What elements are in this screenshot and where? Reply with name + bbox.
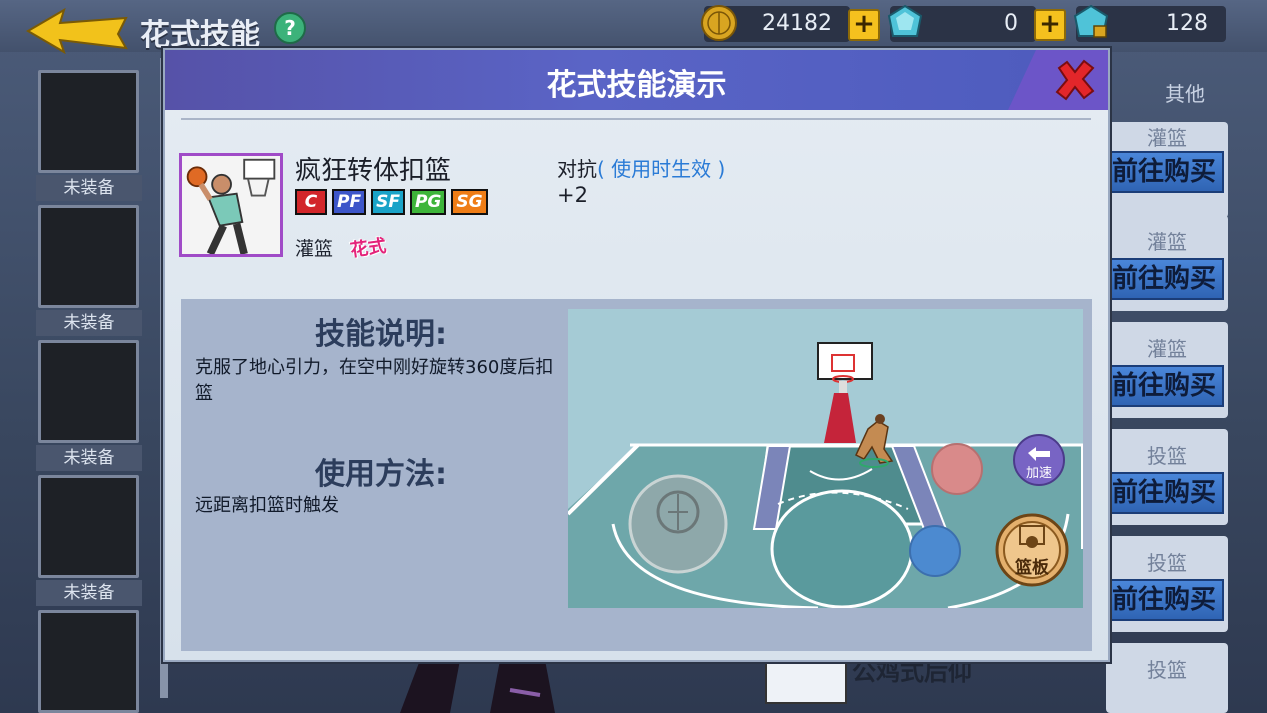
add-coin-button[interactable]: + [848,9,880,41]
skill-slot[interactable] [38,475,139,578]
buy-button[interactable]: 前往购买 [1106,579,1224,621]
back-arrow-icon[interactable] [26,8,130,54]
coin-amount: 24182 [762,11,832,36]
skill-slot[interactable] [38,205,139,308]
skill-category: 灌篮 [1147,126,1187,150]
skill-portrait-icon [179,153,283,257]
slot-label: 未装备 [36,175,142,201]
modal-header: 花式技能演示 [165,50,1108,110]
position-tag: SG [451,189,488,215]
description-title: 技能说明: [315,317,447,352]
modal-title: 花式技能演示 [546,68,727,103]
speed-up-label: 加速 [1025,466,1052,481]
effect-value: +2 [557,183,588,207]
rebound-label: 篮板 [1015,558,1049,578]
divider [181,118,1091,120]
skill-slot[interactable] [38,70,139,173]
position-tag: PF [332,189,367,215]
diamond-icon [887,4,923,37]
coin-icon [701,5,737,41]
effect-label: 对抗( 使用时生效 ) [557,153,725,182]
help-button[interactable]: ? [274,12,306,44]
skill-name: 疯狂转体扣篮 [295,156,452,186]
position-tag: PG [409,189,447,215]
demo-video[interactable]: 加速 篮板 [568,309,1083,608]
slot-label: 未装备 [36,580,142,606]
buy-button[interactable]: 前往购买 [1106,151,1224,193]
buy-button[interactable]: 前往购买 [1106,472,1224,514]
locked-diamond-icon [1073,4,1109,38]
close-icon[interactable] [1053,58,1097,102]
skill-category: 灌篮 [1147,230,1187,254]
tab-other[interactable]: 其他 [1140,78,1230,107]
skill-type: 灌篮 [295,238,334,260]
player-figure [400,660,555,713]
skill-category: 投篮 [1147,444,1187,468]
effect-hint: ( 使用时生效 ) [597,157,726,181]
locked-diamond-amount: 128 [1166,11,1208,36]
buy-button[interactable]: 前往购买 [1106,258,1224,300]
fancy-badge: 花式 [348,235,388,262]
skill-demo-modal: 花式技能演示 疯狂转体扣篮 C PF SF PG SG 灌篮 花式 对抗( 使用… [163,48,1110,662]
skill-category: 投篮 [1147,658,1187,682]
buy-button[interactable]: 前往购买 [1106,365,1224,407]
skill-category: 投篮 [1147,551,1187,575]
slot-label: 未装备 [36,310,142,336]
position-tag: C [295,189,327,215]
position-tags: C PF SF PG SG [295,189,488,215]
skill-category: 灌篮 [1147,337,1187,361]
diamond-amount: 0 [1004,11,1018,36]
position-tag: SF [371,189,405,215]
skill-slot[interactable] [38,610,139,713]
usage-text: 远距离扣篮时触发 [195,495,339,516]
skill-slot[interactable] [38,340,139,443]
add-diamond-button[interactable]: + [1034,9,1066,41]
info-panel: 技能说明: 克服了地心引力，在空中刚好旋转360度后扣篮 使用方法: 远距离扣篮… [181,299,1092,651]
description-text: 克服了地心引力，在空中刚好旋转360度后扣篮 [195,357,554,404]
usage-title: 使用方法: [315,457,447,492]
effect-attribute: 对抗 [557,157,597,181]
slot-label: 未装备 [36,445,142,471]
